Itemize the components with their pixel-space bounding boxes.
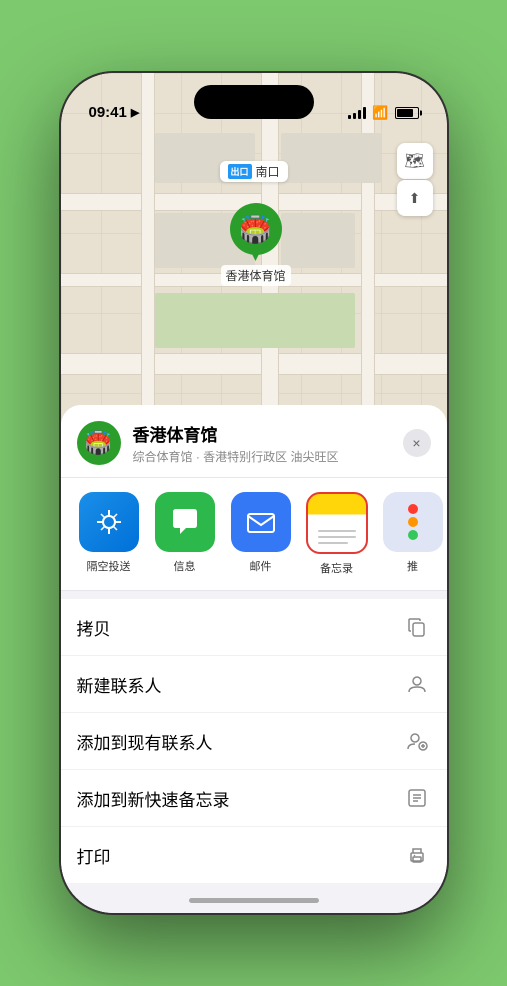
action-quick-note-label: 添加到新快速备忘录 [77, 786, 230, 811]
action-new-contact-label: 新建联系人 [77, 672, 162, 697]
action-add-existing[interactable]: 添加到现有联系人 [61, 713, 447, 770]
map-type-button[interactable]: 🗺 [397, 143, 433, 179]
airdrop-label: 隔空投送 [87, 558, 131, 574]
venue-icon: 🏟️ [77, 421, 121, 465]
venue-info: 香港体育馆 综合体育馆 · 香港特别行政区 油尖旺区 [133, 421, 391, 465]
messages-icon [155, 492, 215, 552]
notes-label: 备忘录 [320, 560, 353, 576]
action-copy-label: 拷贝 [77, 615, 111, 640]
action-copy[interactable]: 拷贝 [61, 599, 447, 656]
mail-icon [231, 492, 291, 552]
copy-icon [403, 613, 431, 641]
messages-label: 信息 [174, 558, 196, 574]
notes-lines [318, 524, 356, 544]
sheet-header: 🏟️ 香港体育馆 综合体育馆 · 香港特别行政区 油尖旺区 × [61, 405, 447, 478]
stadium-pin[interactable]: 🏟️ 香港体育馆 [221, 203, 291, 286]
more-label: 推 [407, 558, 418, 574]
wifi-icon: 📶 [372, 105, 388, 121]
add-contact-icon [403, 727, 431, 755]
status-time: 09:41 ▶ [89, 104, 140, 121]
location-text: 南口 [256, 163, 280, 180]
location-label: 出口 南口 [219, 161, 287, 182]
action-list: 拷贝 新建联系人 [61, 599, 447, 883]
action-print-label: 打印 [77, 843, 111, 868]
more-dots [408, 504, 418, 540]
location-badge: 出口 [227, 164, 251, 179]
stadium-label: 香港体育馆 [221, 265, 291, 286]
home-indicator [189, 898, 319, 903]
share-row: 隔空投送 信息 [61, 478, 447, 591]
map-block [155, 293, 355, 348]
time-display: 09:41 [89, 104, 127, 121]
venue-desc: 综合体育馆 · 香港特别行政区 油尖旺区 [133, 448, 391, 465]
location-arrow-icon: ▶ [131, 106, 139, 119]
stadium-icon: 🏟️ [239, 214, 271, 245]
share-item-more[interactable]: 推 [381, 492, 445, 576]
action-new-contact[interactable]: 新建联系人 [61, 656, 447, 713]
mail-label: 邮件 [250, 558, 272, 574]
bottom-sheet: 🏟️ 香港体育馆 综合体育馆 · 香港特别行政区 油尖旺区 × [61, 405, 447, 913]
action-quick-note[interactable]: 添加到新快速备忘录 [61, 770, 447, 827]
venue-name: 香港体育馆 [133, 421, 391, 446]
home-indicator-area [61, 883, 447, 913]
battery-icon [395, 107, 419, 119]
signal-icon [348, 107, 366, 119]
share-item-airdrop[interactable]: 隔空投送 [77, 492, 141, 576]
map-block [281, 213, 355, 268]
print-icon [403, 841, 431, 869]
dynamic-island [194, 85, 314, 119]
action-add-existing-label: 添加到现有联系人 [77, 729, 213, 754]
share-item-messages[interactable]: 信息 [153, 492, 217, 576]
new-contact-icon [403, 670, 431, 698]
more-icon [383, 492, 443, 552]
map-controls: 🗺 ⬆ [397, 143, 433, 216]
phone-frame: 09:41 ▶ 📶 [59, 71, 449, 915]
map-block [281, 133, 381, 183]
share-item-mail[interactable]: 邮件 [229, 492, 293, 576]
status-right-icons: 📶 [348, 105, 418, 121]
airdrop-icon [79, 492, 139, 552]
share-item-notes[interactable]: 备忘录 [305, 492, 369, 576]
quick-note-icon [403, 784, 431, 812]
location-button[interactable]: ⬆ [397, 180, 433, 216]
action-print[interactable]: 打印 [61, 827, 447, 883]
notes-icon [306, 492, 368, 554]
stadium-pin-circle: 🏟️ [230, 203, 282, 255]
map-road [61, 353, 447, 375]
close-button[interactable]: × [403, 429, 431, 457]
